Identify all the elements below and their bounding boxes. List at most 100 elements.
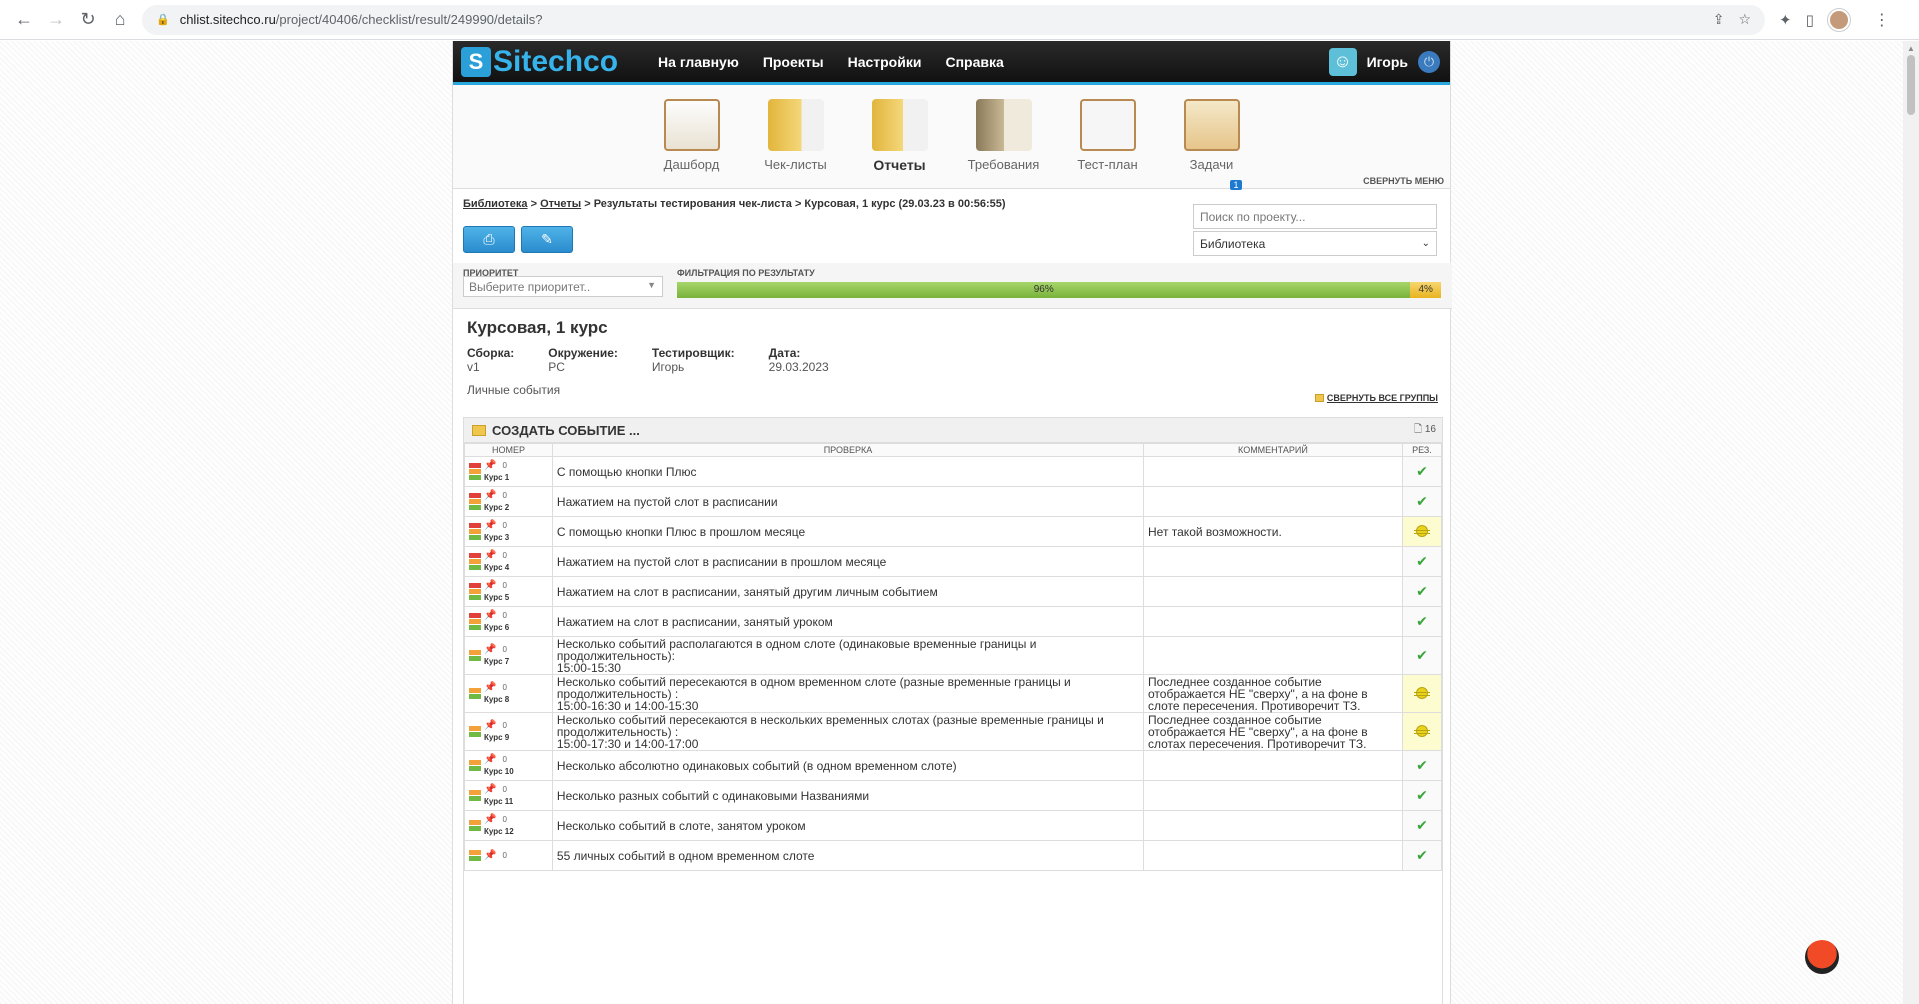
scope-select[interactable]: Библиотека ⌄ <box>1193 231 1437 256</box>
nav-checklists[interactable]: Чек-листы <box>744 99 848 188</box>
profile-avatar[interactable] <box>1827 8 1850 31</box>
edit-button[interactable]: ✎ <box>521 226 573 253</box>
collapse-menu-link[interactable]: СВЕРНУТЬ МЕНЮ <box>1363 176 1444 186</box>
result-cell[interactable] <box>1401 516 1443 547</box>
result-cell[interactable]: ✔ <box>1401 750 1443 781</box>
nav-tasks[interactable]: Задачи 1 <box>1160 99 1264 190</box>
priority-select[interactable]: Выберите приоритет.. ▼ <box>463 276 663 297</box>
result-cell[interactable]: ✔ <box>1401 606 1443 637</box>
result-cell[interactable]: ✔ <box>1401 810 1443 841</box>
comment-cell[interactable] <box>1143 486 1403 517</box>
side-panel-icon[interactable]: ▯ <box>1806 11 1814 29</box>
table-row[interactable]: 📌 0 Курс 7 Несколько событий располагаются … <box>464 636 1443 675</box>
checkmark-icon: ✔ <box>1416 583 1428 599</box>
result-cell[interactable]: ✔ <box>1401 486 1443 517</box>
print-button[interactable]: ⎙ <box>463 226 515 253</box>
extensions-icon[interactable]: ✦ <box>1779 11 1792 29</box>
lock-icon[interactable]: 🔒 <box>156 13 170 26</box>
comment-cell[interactable] <box>1143 810 1403 841</box>
nav-testplan[interactable]: Тест-план <box>1056 99 1160 188</box>
result-cell[interactable]: ✔ <box>1401 840 1443 871</box>
comment-cell[interactable] <box>1143 546 1403 577</box>
comment-cell[interactable] <box>1143 606 1403 637</box>
bookmark-star-icon[interactable]: ☆ <box>1738 11 1751 28</box>
comment-cell[interactable] <box>1143 636 1403 675</box>
reload-icon[interactable]: ↻ <box>72 4 104 36</box>
back-icon[interactable]: ← <box>8 4 40 36</box>
scrollbar-thumb[interactable] <box>1907 55 1915 115</box>
comment-cell[interactable] <box>1143 750 1403 781</box>
user-avatar[interactable]: ☺ <box>1328 47 1357 76</box>
pin-icon[interactable]: 📌 <box>484 682 496 694</box>
pin-icon[interactable]: 📌 <box>484 850 496 862</box>
table-row[interactable]: 📌 0 Курс 4 Нажатием на пустой слот в распис… <box>464 546 1443 577</box>
pin-icon[interactable]: 📌 <box>484 644 496 656</box>
nav-dashboard[interactable]: Дашборд <box>640 99 744 188</box>
home-icon[interactable]: ⌂ <box>104 4 136 36</box>
result-cell[interactable]: ✔ <box>1401 576 1443 607</box>
menu-settings[interactable]: Настройки <box>836 54 934 70</box>
breadcrumb-library[interactable]: Библиотека <box>463 198 528 210</box>
comment-cell[interactable] <box>1143 456 1403 487</box>
share-icon[interactable]: ⇪ <box>1713 11 1725 28</box>
comment-cell[interactable] <box>1143 780 1403 811</box>
pin-icon[interactable]: 📌 <box>484 720 496 732</box>
menu-help[interactable]: Справка <box>933 54 1015 70</box>
bug-report-ladybug-icon[interactable] <box>1805 940 1839 974</box>
nav-reports[interactable]: Отчеты <box>848 99 952 188</box>
pin-icon[interactable]: 📌 <box>484 490 496 502</box>
sitechco-logo[interactable]: S Sitechco <box>461 45 618 79</box>
browser-menu-icon[interactable]: ⋮ <box>1874 10 1890 30</box>
comment-cell[interactable] <box>1143 576 1403 607</box>
table-row[interactable]: 📌 0 Курс 12 Несколько событий в слоте, заня… <box>464 810 1443 841</box>
comment-cell[interactable] <box>1143 840 1403 871</box>
menu-home[interactable]: На главную <box>646 54 751 70</box>
group-header[interactable]: СОЗДАТЬ СОБЫТИЕ ... 🗋 16 <box>464 418 1442 443</box>
tester-label: Тестировщик: <box>651 346 735 360</box>
pin-icon[interactable]: 📌 <box>484 580 496 592</box>
result-cell[interactable]: ✔ <box>1401 546 1443 577</box>
table-row[interactable]: 📌 0 55 личных событий в одном временном сл… <box>464 840 1443 871</box>
table-row[interactable]: 📌 0 Курс 1 С помощью кнопки Плюс ✔ <box>464 456 1443 487</box>
table-row[interactable]: 📌 0 Курс 11 Несколько разных событий с один… <box>464 780 1443 811</box>
check-cell: Несколько абсолютно одинаковых событий (… <box>551 750 1145 781</box>
scroll-up-icon[interactable]: ▲ <box>1907 44 1915 53</box>
table-row[interactable]: 📌 0 Курс 5 Нажатием на слот в расписании, з… <box>464 576 1443 607</box>
menu-projects[interactable]: Проекты <box>751 54 836 70</box>
result-cell[interactable]: ✔ <box>1401 636 1443 675</box>
nav-requirements[interactable]: Требования <box>952 99 1056 188</box>
breadcrumb-reports[interactable]: Отчеты <box>540 198 581 210</box>
forward-icon[interactable]: → <box>40 4 72 36</box>
pin-icon[interactable]: 📌 <box>484 520 496 532</box>
collapse-all-groups-link[interactable]: СВЕРНУТЬ ВСЕ ГРУППЫ <box>1314 393 1438 403</box>
comment-cell[interactable]: Последнее созданное событие отображается… <box>1143 674 1403 713</box>
group-count-value: 16 <box>1424 423 1436 435</box>
table-row[interactable]: 📌 0 Курс 8 Несколько событий пересекаются в… <box>464 674 1443 713</box>
result-cell[interactable] <box>1401 674 1443 713</box>
table-row[interactable]: 📌 0 Курс 9 Несколько событий пересекаются в… <box>464 712 1443 751</box>
tasks-count-badge: 1 <box>1230 180 1242 190</box>
table-row[interactable]: 📌 0 Курс 6 Нажатием на слот в расписании, з… <box>464 606 1443 637</box>
result-cell[interactable]: ✔ <box>1401 456 1443 487</box>
pin-icon[interactable]: 📌 <box>484 814 496 826</box>
address-bar[interactable]: 🔒 chlist.sitechco.ru/project/40406/check… <box>142 4 1765 35</box>
passed-segment[interactable]: 96% <box>677 282 1411 298</box>
priority-indicator <box>469 613 481 630</box>
result-cell[interactable] <box>1401 712 1443 751</box>
project-search-input[interactable]: Поиск по проекту... <box>1193 204 1437 229</box>
result-cell[interactable]: ✔ <box>1401 780 1443 811</box>
pin-icon[interactable]: 📌 <box>484 754 496 766</box>
pin-icon[interactable]: 📌 <box>484 550 496 562</box>
table-row[interactable]: 📌 0 Курс 3 С помощью кнопки Плюс в прошлом … <box>464 516 1443 547</box>
pin-icon[interactable]: 📌 <box>484 460 496 472</box>
failed-segment[interactable]: 4% <box>1410 282 1441 298</box>
table-row[interactable]: 📌 0 Курс 2 Нажатием на пустой слот в распис… <box>464 486 1443 517</box>
pin-icon[interactable]: 📌 <box>484 610 496 622</box>
user-name[interactable]: Игорь <box>1367 54 1408 70</box>
comment-cell[interactable]: Последнее созданное событие отображается… <box>1143 712 1403 751</box>
page-scrollbar[interactable]: ▲ <box>1903 41 1919 1004</box>
comment-cell[interactable]: Нет такой возможности. <box>1143 516 1403 547</box>
pin-icon[interactable]: 📌 <box>484 784 496 796</box>
logout-icon[interactable]: ⏻ <box>1418 50 1440 73</box>
table-row[interactable]: 📌 0 Курс 10 Несколько абсолютно одинаковых … <box>464 750 1443 781</box>
